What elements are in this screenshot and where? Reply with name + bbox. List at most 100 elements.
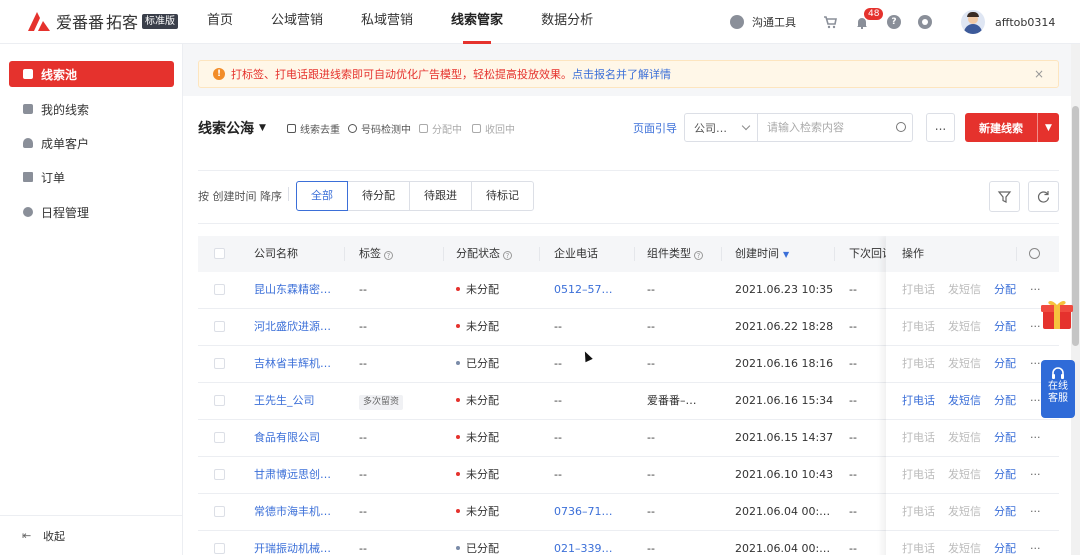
column-divider	[721, 247, 735, 261]
refresh-button[interactable]	[1028, 181, 1059, 212]
notice-link[interactable]: 点击报名并了解详情	[572, 66, 671, 82]
gift-promo-button[interactable]	[1038, 295, 1076, 333]
tag-cell: --	[359, 531, 367, 555]
sort-desc-icon[interactable]: ▼	[783, 250, 789, 259]
sms-button[interactable]: 发短信	[948, 383, 981, 419]
sidebar-item-orders[interactable]: 订单	[9, 164, 174, 190]
assign-button[interactable]: 分配	[994, 272, 1016, 308]
select-all-checkbox[interactable]	[214, 248, 225, 259]
search-icon[interactable]	[896, 122, 906, 132]
more-button[interactable]: ...	[926, 113, 955, 142]
row-checkbox[interactable]	[214, 358, 225, 369]
nav-tab[interactable]: 线索管家	[451, 0, 503, 44]
row-checkbox[interactable]	[214, 432, 225, 443]
tag-empty: --	[359, 468, 367, 481]
nav-tab[interactable]: 公域营销	[271, 0, 323, 44]
assign-button[interactable]: 分配	[994, 309, 1016, 345]
row-checkbox[interactable]	[214, 469, 225, 480]
assign-button[interactable]: 分配	[994, 494, 1016, 530]
column-header-tag[interactable]: 标签?	[359, 236, 393, 272]
brand-logo[interactable]: 爱番番 拓客 标准版	[26, 9, 179, 33]
comm-tool-button[interactable]: 沟通工具	[730, 0, 796, 44]
pool-title-dropdown[interactable]: 线索公海 ▼	[198, 118, 266, 138]
sidebar-item-customers[interactable]: 成单客户	[9, 130, 174, 156]
settings-button[interactable]	[918, 0, 932, 44]
phone-cell[interactable]: 0736–71…	[554, 494, 613, 530]
filter-tab[interactable]: 待跟进	[409, 181, 472, 211]
notification-button[interactable]: 48	[856, 0, 884, 44]
more-actions-button[interactable]: ···	[1030, 346, 1041, 382]
filter-tab[interactable]: 待标记	[471, 181, 534, 211]
nav-tab[interactable]: 首页	[207, 0, 233, 44]
help-icon[interactable]: ?	[503, 251, 512, 260]
sidebar-item-lead-pool[interactable]: 线索池	[9, 61, 174, 87]
row-checkbox[interactable]	[214, 543, 225, 554]
column-header-phone[interactable]: 企业电话	[554, 236, 598, 272]
gift-icon	[1041, 300, 1073, 329]
sidebar-collapse-button[interactable]: ⇤ 收起	[0, 515, 183, 555]
assign-button[interactable]: 分配	[994, 383, 1016, 419]
column-header-component[interactable]: 组件类型?	[647, 236, 703, 272]
assign-button[interactable]: 分配	[994, 531, 1016, 555]
document-icon	[23, 172, 33, 182]
more-actions-button[interactable]: ···	[1030, 457, 1041, 493]
nav-tab[interactable]: 数据分析	[541, 0, 593, 44]
company-name-link[interactable]: 河北盛欣进源…	[254, 309, 331, 345]
column-header-label: 创建时间	[735, 247, 779, 260]
more-actions-button[interactable]: ···	[1030, 494, 1041, 530]
row-checkbox[interactable]	[214, 321, 225, 332]
phone-check-button[interactable]: 号码检测中	[348, 121, 411, 136]
company-name-link[interactable]: 常德市海丰机…	[254, 494, 331, 530]
column-header-created[interactable]: 创建时间 ▼	[735, 236, 789, 272]
assign-button[interactable]: 分配	[994, 457, 1016, 493]
filter-button[interactable]	[989, 181, 1020, 212]
user-menu[interactable]: afftob0314	[961, 0, 1055, 44]
column-settings-icon[interactable]	[1029, 248, 1040, 259]
more-actions-button[interactable]: ···	[1030, 383, 1041, 419]
online-service-button[interactable]: 在线 客服	[1041, 360, 1075, 418]
phone-cell[interactable]: 0512–57…	[554, 272, 613, 308]
row-checkbox[interactable]	[214, 284, 225, 295]
filter-tab[interactable]: 待分配	[347, 181, 410, 211]
row-checkbox[interactable]	[214, 506, 225, 517]
close-icon[interactable]: ×	[1034, 67, 1044, 81]
company-name-link[interactable]: 开瑞振动机械…	[254, 531, 331, 555]
more-actions-button[interactable]: ···	[1030, 531, 1041, 555]
next-visit-cell: --	[849, 283, 857, 296]
nav-tab[interactable]: 私域营销	[361, 0, 413, 44]
search-input[interactable]	[758, 114, 912, 141]
column-header-label: 标签	[359, 247, 381, 260]
page-guide-link[interactable]: 页面引导	[633, 120, 677, 136]
product-name: 拓客	[106, 13, 139, 32]
warning-icon: !	[213, 68, 225, 80]
more-actions-button[interactable]: ···	[1030, 420, 1041, 456]
column-header-company[interactable]: 公司名称	[254, 236, 298, 272]
company-name-link[interactable]: 食品有限公司	[254, 420, 320, 456]
company-name-link[interactable]: 甘肃博远思创…	[254, 457, 331, 493]
column-divider	[539, 247, 553, 261]
help-icon[interactable]: ?	[694, 251, 703, 260]
assign-button[interactable]: 分配	[994, 346, 1016, 382]
company-name-link[interactable]: 王先生_公司	[254, 383, 315, 419]
search-type-select[interactable]: 公司…	[685, 114, 758, 141]
company-name-link[interactable]: 吉林省丰辉机…	[254, 346, 331, 382]
filter-tab[interactable]: 全部	[296, 181, 348, 211]
phone-cell[interactable]: 021–339…	[554, 531, 613, 555]
row-checkbox[interactable]	[214, 395, 225, 406]
help-icon[interactable]: ?	[384, 251, 393, 260]
cart-button[interactable]	[823, 0, 837, 44]
column-header-status[interactable]: 分配状态?	[456, 236, 512, 272]
call-button[interactable]: 打电话	[902, 383, 935, 419]
chat-icon	[730, 15, 744, 29]
sidebar-item-schedule[interactable]: 日程管理	[9, 199, 174, 225]
assign-button[interactable]: 分配	[994, 420, 1016, 456]
created-time-cell: 2021.06.23 10:35	[735, 283, 834, 296]
chevron-down-icon[interactable]: ▼	[1038, 123, 1059, 133]
dedupe-button[interactable]: 线索去重	[287, 121, 340, 136]
sidebar-item-my-leads[interactable]: 我的线索	[9, 96, 174, 122]
phone-cell: --	[554, 357, 562, 370]
new-lead-button[interactable]: 新建线索 ▼	[965, 113, 1059, 142]
sort-label[interactable]: 按 创建时间 降序	[198, 188, 282, 204]
help-button[interactable]: ?	[887, 0, 901, 44]
company-name-link[interactable]: 昆山东霖精密…	[254, 272, 331, 308]
